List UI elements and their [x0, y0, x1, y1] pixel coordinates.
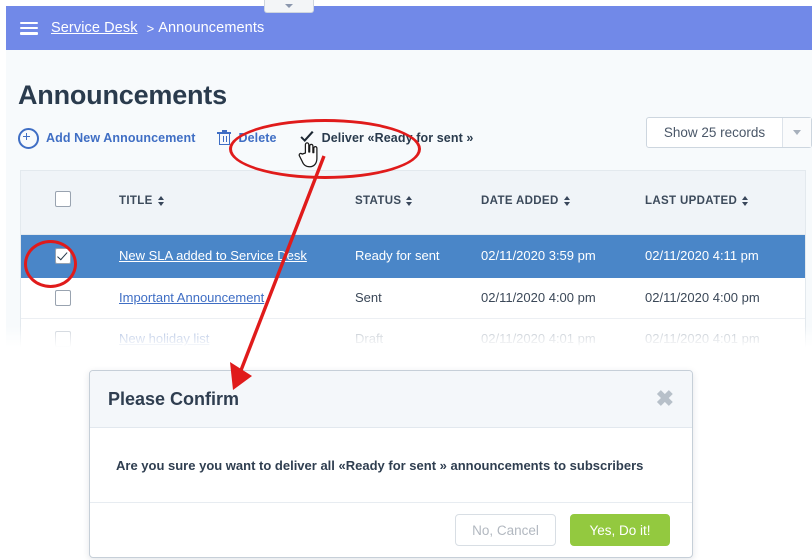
dialog-message: Are you sure you want to deliver all «Re… — [116, 457, 644, 473]
row-checkbox[interactable] — [55, 290, 71, 306]
chevron-down-icon — [285, 4, 293, 8]
add-new-announcement-label: Add New Announcement — [46, 131, 196, 145]
deliver-ready-for-sent-label: Deliver «Ready for sent » — [321, 131, 474, 145]
show-records-caret-box — [782, 118, 811, 147]
row-checkbox[interactable] — [55, 331, 71, 347]
table-row[interactable]: New holiday list Draft 02/11/2020 4:01 p… — [21, 319, 805, 352]
show-records-select[interactable]: Show 25 records — [646, 117, 812, 148]
row-title-cell: New holiday list — [105, 330, 355, 348]
row-date-added-cell: 02/11/2020 4:01 pm — [481, 330, 645, 348]
check-icon — [299, 131, 314, 142]
breadcrumb-bar: Service Desk > Announcements — [6, 6, 812, 50]
delete-button[interactable]: Delete — [217, 130, 276, 146]
announcements-table: TITLE STATUS DATE ADDED LAST UPDATED New… — [20, 170, 806, 352]
row-last-updated-cell: 02/11/2020 4:01 pm — [645, 330, 805, 348]
row-status-cell: Draft — [355, 330, 481, 348]
cancel-button[interactable]: No, Cancel — [455, 514, 556, 546]
dialog-footer: No, Cancel Yes, Do it! — [90, 503, 692, 557]
breadcrumb-link-service-desk[interactable]: Service Desk — [51, 20, 138, 36]
row-date-added-cell: 02/11/2020 3:59 pm — [481, 247, 645, 265]
select-all-checkbox[interactable] — [55, 191, 71, 207]
hamburger-bar — [20, 26, 38, 30]
status-value: Draft — [355, 331, 384, 346]
row-status-cell: Ready for sent — [355, 247, 481, 265]
announcement-title-link[interactable]: New holiday list — [119, 331, 209, 346]
add-new-announcement-button[interactable]: Add New Announcement — [18, 127, 196, 149]
row-title-cell: Important Announcement — [105, 289, 355, 307]
row-status-cell: Sent — [355, 289, 481, 307]
sort-arrows-icon — [563, 196, 570, 206]
dialog-body: Are you sure you want to deliver all «Re… — [90, 428, 692, 503]
sort-by-last-updated[interactable]: LAST UPDATED — [645, 195, 749, 207]
row-last-updated-cell: 02/11/2020 4:00 pm — [645, 289, 805, 307]
delete-label: Delete — [238, 131, 277, 145]
table-header-cell-date-added: DATE ADDED — [481, 171, 645, 209]
confirm-button[interactable]: Yes, Do it! — [570, 514, 670, 546]
date-added-value: 02/11/2020 4:01 pm — [481, 331, 596, 346]
column-label-date-added: DATE ADDED — [481, 195, 559, 207]
hamburger-bar — [20, 31, 38, 35]
row-date-added-cell: 02/11/2020 4:00 pm — [481, 289, 645, 307]
row-title-cell: New SLA added to Service Desk — [105, 247, 355, 265]
trash-icon — [217, 130, 232, 146]
show-records-value: Show 25 records — [663, 125, 766, 140]
last-updated-value: 02/11/2020 4:01 pm — [645, 331, 760, 346]
window-left-edge — [0, 0, 6, 352]
table-header-cell-title: TITLE — [105, 171, 355, 209]
row-last-updated-cell: 02/11/2020 4:11 pm — [645, 247, 805, 265]
announcement-title-link[interactable]: Important Announcement — [119, 290, 264, 305]
column-label-status: STATUS — [355, 195, 402, 207]
date-added-value: 02/11/2020 3:59 pm — [481, 248, 596, 263]
hamburger-menu-icon[interactable] — [20, 21, 38, 35]
table-header-cell-status: STATUS — [355, 171, 481, 209]
breadcrumb-current-announcements: Announcements — [158, 20, 265, 36]
sort-arrows-icon — [157, 196, 164, 206]
last-updated-value: 02/11/2020 4:11 pm — [645, 248, 759, 263]
top-dropdown-tab[interactable] — [264, 0, 314, 13]
column-label-title: TITLE — [119, 195, 153, 207]
row-select-cell — [21, 290, 105, 306]
sort-by-date-added[interactable]: DATE ADDED — [481, 195, 570, 207]
deliver-ready-for-sent-button[interactable]: Deliver «Ready for sent » — [299, 130, 474, 146]
breadcrumb-separator: > — [146, 20, 155, 36]
action-toolbar: Add New Announcement Delete Deliver «Rea… — [18, 126, 495, 150]
close-icon[interactable]: ✖ — [656, 388, 674, 410]
sort-by-title[interactable]: TITLE — [119, 195, 164, 207]
dialog-title: Please Confirm — [108, 388, 240, 409]
confirm-dialog: Please Confirm ✖ Are you sure you want t… — [89, 370, 693, 558]
last-updated-value: 02/11/2020 4:00 pm — [645, 290, 760, 305]
row-select-cell — [21, 248, 105, 264]
page-title: Announcements — [18, 80, 227, 110]
chevron-down-icon — [793, 130, 801, 135]
table-header-cell-select — [21, 171, 105, 207]
row-checkbox[interactable] — [55, 248, 71, 264]
hamburger-bar — [20, 21, 38, 25]
date-added-value: 02/11/2020 4:00 pm — [481, 290, 596, 305]
sort-by-status[interactable]: STATUS — [355, 195, 413, 207]
table-row[interactable]: New SLA added to Service Desk Ready for … — [21, 235, 805, 278]
status-value: Sent — [355, 290, 382, 305]
dialog-header: Please Confirm ✖ — [90, 371, 692, 428]
row-select-cell — [21, 331, 105, 347]
announcement-title-link[interactable]: New SLA added to Service Desk — [119, 248, 307, 263]
page-content: Announcements Add New Announcement Delet… — [6, 50, 812, 352]
table-header-cell-last-updated: LAST UPDATED — [645, 171, 805, 209]
sort-arrows-icon — [406, 196, 413, 206]
application-window: Service Desk > Announcements Announcemen… — [0, 0, 812, 352]
table-row[interactable]: Important Announcement Sent 02/11/2020 4… — [21, 278, 805, 319]
sort-arrows-icon — [742, 196, 749, 206]
status-value: Ready for sent — [355, 248, 440, 263]
column-label-last-updated: LAST UPDATED — [645, 195, 738, 207]
table-header-row: TITLE STATUS DATE ADDED LAST UPDATED — [21, 171, 805, 235]
plus-circle-icon — [18, 127, 39, 149]
